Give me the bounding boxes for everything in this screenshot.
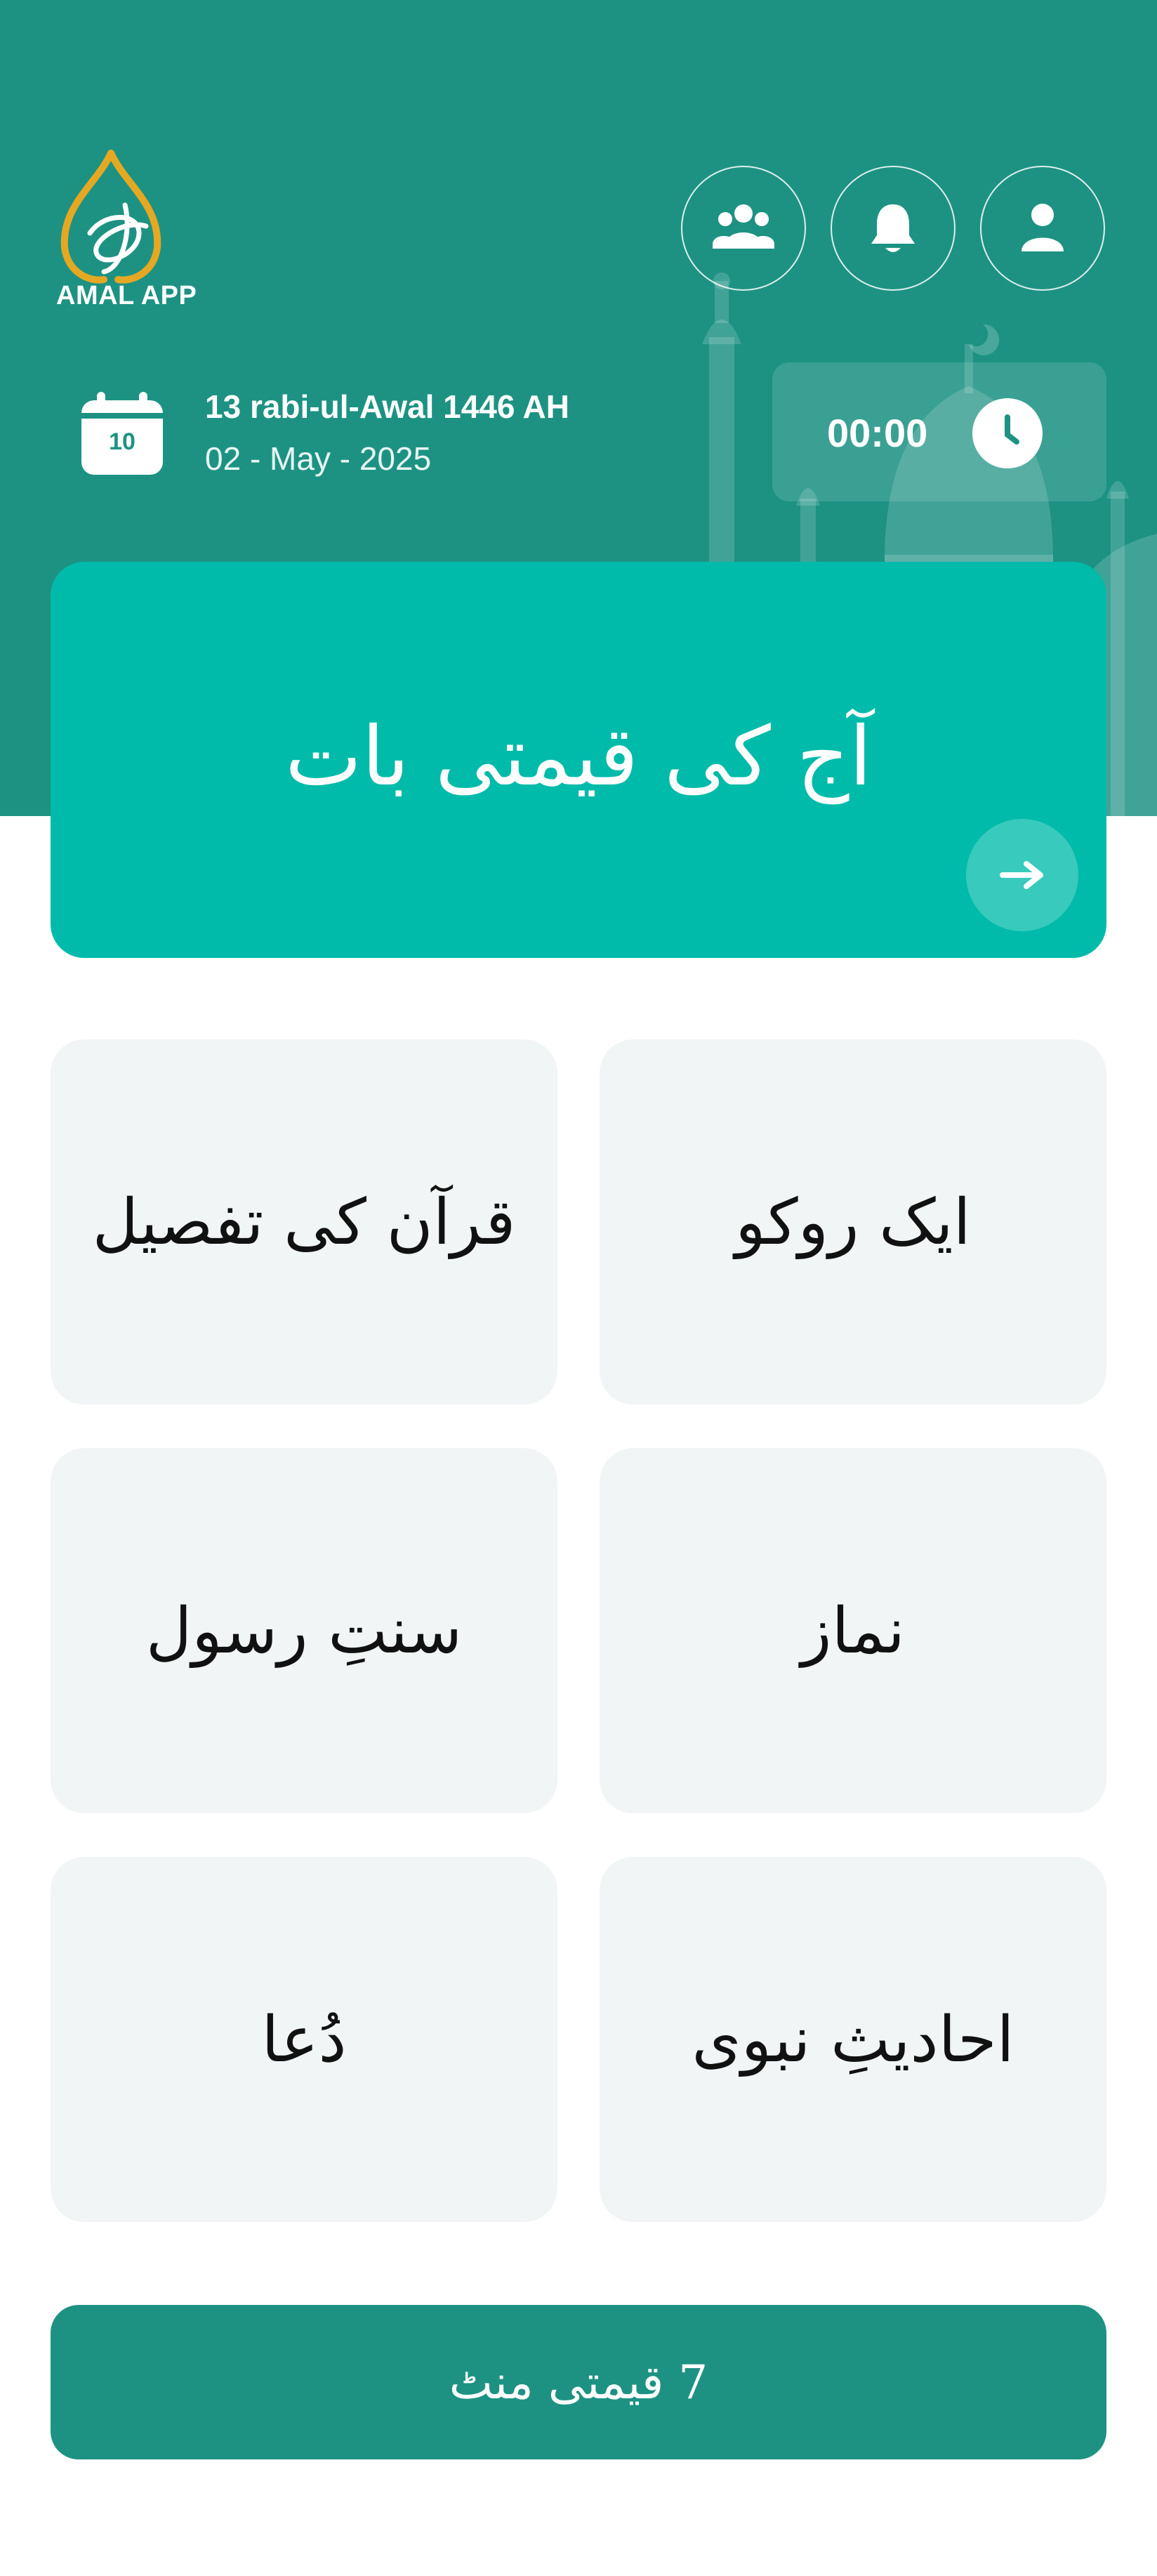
card-label: دُعا [261,2002,347,2077]
notifications-button[interactable] [831,166,956,291]
timer-widget[interactable]: 00:00 [772,362,1106,501]
card-label: ایک روکو [735,1185,971,1259]
card-ahadees-nabvi[interactable]: احادیثِ نبوی [600,1857,1106,2222]
gregorian-date: 02 - May - 2025 [205,440,432,477]
logo-text: AMAL APP [56,281,197,310]
bottom-button-label: 7 قیمتی منٹ [449,2355,708,2410]
card-sunnat-rasool[interactable]: سنتِ رسول [51,1448,557,1813]
card-ek-ruku[interactable]: ایک روکو [600,1039,1106,1405]
calendar-day: 10 [109,428,135,455]
hijri-date: 13 rabi-ul-Awal 1446 AH [205,388,569,425]
seven-minutes-button[interactable]: 7 قیمتی منٹ [51,2305,1106,2459]
clock-icon [972,398,1043,468]
card-dua[interactable]: دُعا [51,1857,557,2222]
card-label: سنتِ رسول [145,1593,463,1668]
profile-button[interactable] [980,166,1105,291]
card-label: نماز [801,1593,905,1668]
hero-arrow-button[interactable] [966,819,1078,931]
arrow-right-icon [1000,861,1043,889]
card-quran-tafseel[interactable]: قرآن کی تفصیل [51,1039,557,1405]
calendar-icon: 10 [81,392,163,475]
timer-value: 00:00 [827,411,928,455]
daily-quote-card[interactable]: آج کی قیمتی بات [51,562,1106,958]
hero-title: آج کی قیمتی بات [285,709,872,804]
profile-icon [1022,204,1064,251]
community-icon [713,204,774,249]
card-label: احادیثِ نبوی [692,2002,1014,2077]
card-label: قرآن کی تفصیل [92,1185,516,1259]
bell-icon [871,204,915,252]
community-button[interactable] [681,166,806,291]
card-namaz[interactable]: نماز [600,1448,1106,1813]
